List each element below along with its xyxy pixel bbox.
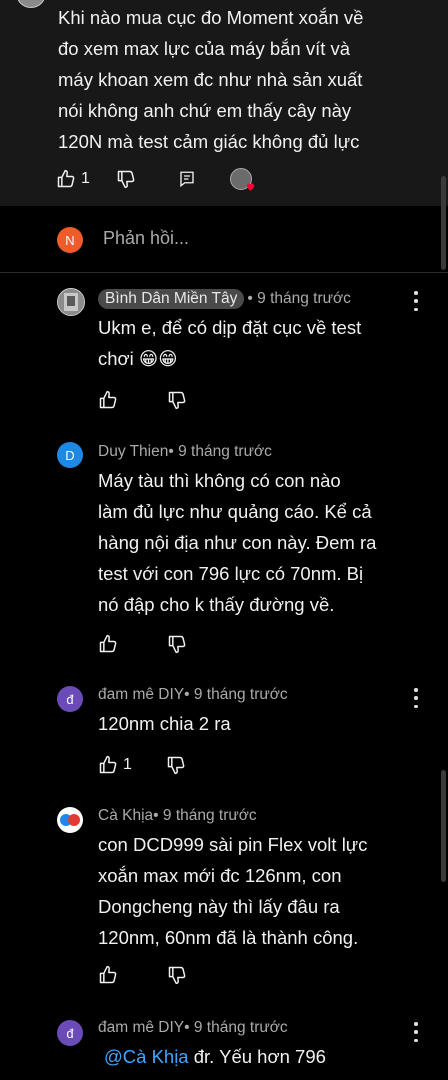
comment-line: xoắn max mới đc 126nm, con bbox=[98, 865, 342, 886]
reply-text: con DCD999 sài pin Flex volt lực xoắn ma… bbox=[98, 829, 418, 953]
creator-heart-badge bbox=[229, 168, 255, 191]
comment-line: test với con 796 lực có 70nm. Bị bbox=[98, 563, 364, 584]
avatar[interactable] bbox=[57, 288, 85, 316]
like-button[interactable] bbox=[98, 390, 123, 410]
reply-text-content: đr. Yếu hơn 796 bbox=[188, 1046, 326, 1067]
like-button[interactable]: 1 bbox=[98, 755, 132, 775]
mention-link[interactable]: @Cà Khịa bbox=[104, 1046, 189, 1067]
reply-button[interactable] bbox=[178, 170, 196, 188]
reply-input[interactable]: Phản hồi... bbox=[103, 228, 189, 249]
reply-meta: Duy Thien • 9 tháng trước bbox=[98, 443, 272, 461]
author-name[interactable]: đam mê DIY bbox=[98, 1019, 184, 1037]
reply-meta: đam mê DIY • 9 tháng trước bbox=[98, 686, 288, 704]
comment-icon bbox=[180, 171, 194, 188]
dislike-button[interactable] bbox=[166, 755, 186, 775]
creator-avatar bbox=[229, 168, 255, 191]
timestamp: • 9 tháng trước bbox=[184, 1019, 288, 1036]
comment-line: Máy tàu thì không có con nào bbox=[98, 470, 341, 491]
reply-meta: đam mê DIY • 9 tháng trước bbox=[98, 1019, 288, 1037]
scrollbar-track bbox=[441, 770, 446, 882]
timestamp: • 9 tháng trước bbox=[168, 443, 272, 460]
author-name[interactable]: Cà Khịa bbox=[98, 807, 153, 825]
reply-text: 120nm chia 2 ra bbox=[98, 708, 418, 739]
thumbs-down-icon bbox=[168, 391, 186, 410]
more-options-icon[interactable] bbox=[412, 291, 420, 311]
comment-line: 120N mà test cảm giác không đủ lực bbox=[58, 131, 360, 152]
comment-line: làm đủ lực như quảng cáo. Kể cả bbox=[98, 501, 372, 522]
dislike-button[interactable] bbox=[167, 390, 187, 410]
avatar-photo-icon bbox=[58, 289, 84, 315]
like-count: 1 bbox=[123, 756, 132, 773]
comment-line: đo xem max lực của máy bắn vít và bbox=[58, 38, 351, 59]
dislike-button[interactable] bbox=[167, 634, 187, 654]
more-options-icon[interactable] bbox=[412, 688, 420, 708]
like-count: 1 bbox=[81, 170, 90, 187]
author-name[interactable]: đam mê DIY bbox=[98, 686, 184, 704]
author-name[interactable]: Bình Dân Miền Tây bbox=[98, 289, 245, 309]
thumbs-up-icon bbox=[99, 634, 117, 653]
thumbs-down-icon bbox=[167, 756, 185, 775]
avatar[interactable]: đ bbox=[57, 1020, 83, 1046]
parent-comment: Khi nào mua cục đo Moment xoắn về đo xem… bbox=[0, 0, 448, 206]
reply-text: @Cà Khịa đr. Yếu hơn 796 bbox=[104, 1041, 424, 1072]
comment-line: chơi 😁😁 bbox=[98, 348, 178, 369]
reply-text: Máy tàu thì không có con nào làm đủ lực … bbox=[98, 465, 418, 620]
reply-text: Ukm e, để có dịp đặt cục về test chơi 😁😁 bbox=[98, 312, 418, 374]
reply-meta: Bình Dân Miền Tây • 9 tháng trước bbox=[98, 289, 351, 309]
comment-line: 120nm chia 2 ra bbox=[98, 713, 231, 734]
scrollbar-thumb[interactable] bbox=[441, 176, 446, 270]
thumbs-down-icon bbox=[117, 170, 135, 189]
avatar[interactable]: đ bbox=[57, 686, 83, 712]
comment-thread-page: Khi nào mua cục đo Moment xoắn về đo xem… bbox=[0, 0, 448, 1080]
reply-meta: Cà Khịa • 9 tháng trước bbox=[98, 807, 257, 825]
dislike-button[interactable] bbox=[167, 965, 187, 985]
comment-line: máy khoan xem đc như nhà sản xuất bbox=[58, 69, 363, 90]
reply-actions bbox=[98, 390, 187, 410]
comment-line: 120nm, 60nm đã là thành công. bbox=[98, 927, 359, 948]
comment-line: Ukm e, để có dịp đặt cục về test bbox=[98, 317, 362, 338]
timestamp: • 9 tháng trước bbox=[184, 686, 288, 703]
thumbs-up-icon bbox=[57, 169, 75, 188]
user-avatar: N bbox=[57, 227, 83, 253]
comment-line: Dongcheng này thì lấy đâu ra bbox=[98, 896, 340, 917]
comment-line: hàng nội địa như con này. Đem ra bbox=[98, 532, 377, 553]
like-button[interactable]: 1 bbox=[56, 169, 90, 189]
comment-line: Khi nào mua cục đo Moment xoắn về bbox=[58, 7, 364, 28]
reply-actions bbox=[98, 965, 187, 985]
comment-line: con DCD999 sài pin Flex volt lực bbox=[98, 834, 368, 855]
thumbs-down-icon bbox=[168, 966, 186, 985]
parent-comment-text: Khi nào mua cục đo Moment xoắn về đo xem… bbox=[58, 2, 438, 157]
comment-line: nói không anh chứ em thấy cây này bbox=[58, 100, 352, 121]
thumbs-up-icon bbox=[99, 965, 117, 984]
more-options-icon[interactable] bbox=[412, 1022, 420, 1042]
thumbs-down-icon bbox=[168, 635, 186, 654]
comment-line: nó đập cho k thấy đường về. bbox=[98, 594, 335, 615]
parent-comment-actions: 1 bbox=[56, 166, 255, 192]
reply-actions: 1 bbox=[98, 755, 186, 775]
author-name[interactable]: Duy Thien bbox=[98, 443, 168, 461]
thumbs-up-icon bbox=[99, 390, 117, 409]
avatar-badge-icon bbox=[60, 814, 80, 826]
parent-avatar[interactable] bbox=[16, 0, 46, 8]
like-button[interactable] bbox=[98, 965, 123, 985]
avatar[interactable] bbox=[57, 807, 83, 833]
timestamp: • 9 tháng trước bbox=[247, 290, 351, 307]
like-button[interactable] bbox=[98, 634, 123, 654]
heart-icon bbox=[246, 183, 255, 191]
avatar[interactable]: D bbox=[57, 442, 83, 468]
reply-actions bbox=[98, 634, 187, 654]
thumbs-up-icon bbox=[99, 755, 117, 774]
timestamp: • 9 tháng trước bbox=[153, 807, 257, 824]
dislike-button[interactable] bbox=[116, 169, 136, 189]
